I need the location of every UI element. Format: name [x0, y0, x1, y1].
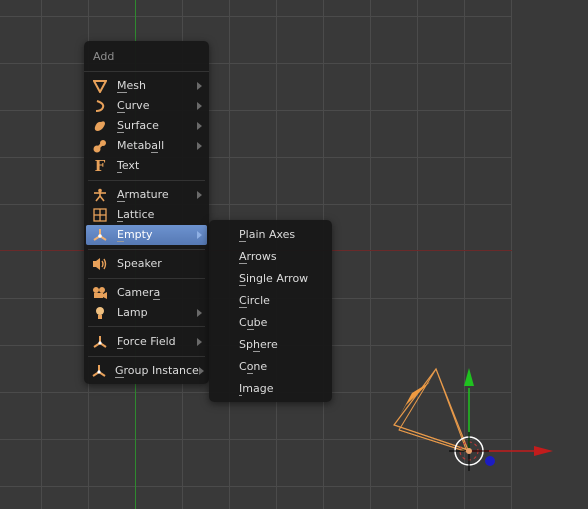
- camera-object-with-gizmo[interactable]: [380, 360, 588, 509]
- menu-item-mesh[interactable]: Mesh: [86, 76, 207, 96]
- menu-separator: [88, 278, 205, 279]
- menu-item-group-instance[interactable]: Group Instance: [86, 361, 207, 381]
- grid-line-horizontal: [0, 204, 512, 205]
- menu-item-text[interactable]: F Text: [86, 156, 207, 176]
- y-arrow-icon: [464, 368, 474, 386]
- menu-item-label: Armature: [117, 188, 169, 202]
- lamp-icon: [91, 305, 109, 321]
- menu-item-force-field[interactable]: Force Field: [86, 332, 207, 352]
- menu-item-label: Mesh: [117, 79, 146, 93]
- menu-item-label: Lamp: [117, 306, 148, 319]
- submenu-arrow-icon: [197, 102, 202, 110]
- text-icon: F: [94, 157, 106, 175]
- menu-item-surface[interactable]: Surface: [86, 116, 207, 136]
- curve-icon: [91, 98, 109, 114]
- object-origin-icon: [466, 448, 472, 454]
- submenu-arrow-icon: [197, 142, 202, 150]
- menu-item-armature[interactable]: Armature: [86, 185, 207, 205]
- menu-separator: [88, 356, 205, 357]
- menu-separator: [88, 249, 205, 250]
- submenu-arrow-icon: [197, 82, 202, 90]
- group-instance-icon: [91, 363, 107, 379]
- submenu-item-image[interactable]: Image: [239, 379, 273, 399]
- menu-item-label: Lattice: [117, 208, 155, 222]
- camera-icon: [91, 285, 109, 301]
- x-arrow-icon: [534, 446, 553, 456]
- grid-line-horizontal: [0, 110, 512, 111]
- menu-item-camera[interactable]: Camera: [86, 283, 207, 303]
- z-axis-dot-icon: [485, 456, 495, 466]
- transform-manipulator[interactable]: [449, 368, 553, 471]
- menu-item-label: Curve: [117, 99, 150, 113]
- menu-item-speaker[interactable]: Speaker: [86, 254, 207, 274]
- menu-item-metaball[interactable]: Metaball: [86, 136, 207, 156]
- submenu-arrow-icon: [197, 231, 202, 239]
- lattice-icon: [91, 207, 109, 223]
- mesh-icon: [91, 78, 109, 94]
- empty-submenu: Plain Axes Arrows Single Arrow Circle Cube Sp…: [209, 220, 332, 402]
- empty-icon: [91, 227, 109, 243]
- submenu-item-single-arrow[interactable]: Single Arrow: [239, 269, 308, 289]
- menu-item-label: Text: [117, 159, 140, 173]
- menu-item-curve[interactable]: Curve: [86, 96, 207, 116]
- submenu-arrow-icon: [197, 338, 202, 346]
- menu-item-lamp[interactable]: Lamp: [86, 303, 207, 323]
- speaker-icon: [91, 256, 109, 272]
- grid-line-vertical: [370, 0, 371, 509]
- submenu-arrow-icon: [198, 367, 204, 375]
- submenu-item-cone[interactable]: Cone: [239, 357, 267, 377]
- menu-item-label: Metaball: [117, 139, 165, 153]
- surface-icon: [91, 118, 109, 134]
- menu-item-label: Empty: [117, 228, 153, 242]
- submenu-item-arrows[interactable]: Arrows: [239, 247, 277, 267]
- submenu-arrow-icon: [197, 309, 202, 317]
- menu-item-label: Camera: [117, 286, 161, 300]
- metaball-icon: [91, 138, 109, 154]
- menu-separator: [88, 326, 205, 327]
- menu-item-label: Surface: [117, 119, 159, 133]
- submenu-item-plain-axes[interactable]: Plain Axes: [239, 225, 295, 245]
- menu-item-label: Group Instance: [115, 364, 199, 378]
- menu-item-label: Speaker: [117, 257, 162, 270]
- grid-line-horizontal: [0, 16, 512, 17]
- armature-icon: [91, 187, 109, 203]
- add-menu: Add Mesh Curve Surface Metaball F Text Armatur…: [84, 41, 209, 384]
- menu-item-lattice[interactable]: Lattice: [86, 205, 207, 225]
- submenu-arrow-icon: [197, 191, 202, 199]
- submenu-item-cube[interactable]: Cube: [239, 313, 267, 333]
- force-field-icon: [91, 334, 109, 350]
- grid-line-horizontal: [0, 63, 512, 64]
- menu-item-label: Force Field: [117, 335, 176, 349]
- submenu-item-sphere[interactable]: Sphere: [239, 335, 278, 355]
- menu-separator: [88, 180, 205, 181]
- submenu-arrow-icon: [197, 122, 202, 130]
- grid-line-horizontal: [0, 157, 512, 158]
- grid-line-vertical: [41, 0, 42, 509]
- menu-item-empty[interactable]: Empty: [86, 225, 207, 245]
- submenu-item-circle[interactable]: Circle: [239, 291, 270, 311]
- camera-wireframe-icon[interactable]: [393, 367, 470, 453]
- menu-title: Add: [84, 41, 209, 72]
